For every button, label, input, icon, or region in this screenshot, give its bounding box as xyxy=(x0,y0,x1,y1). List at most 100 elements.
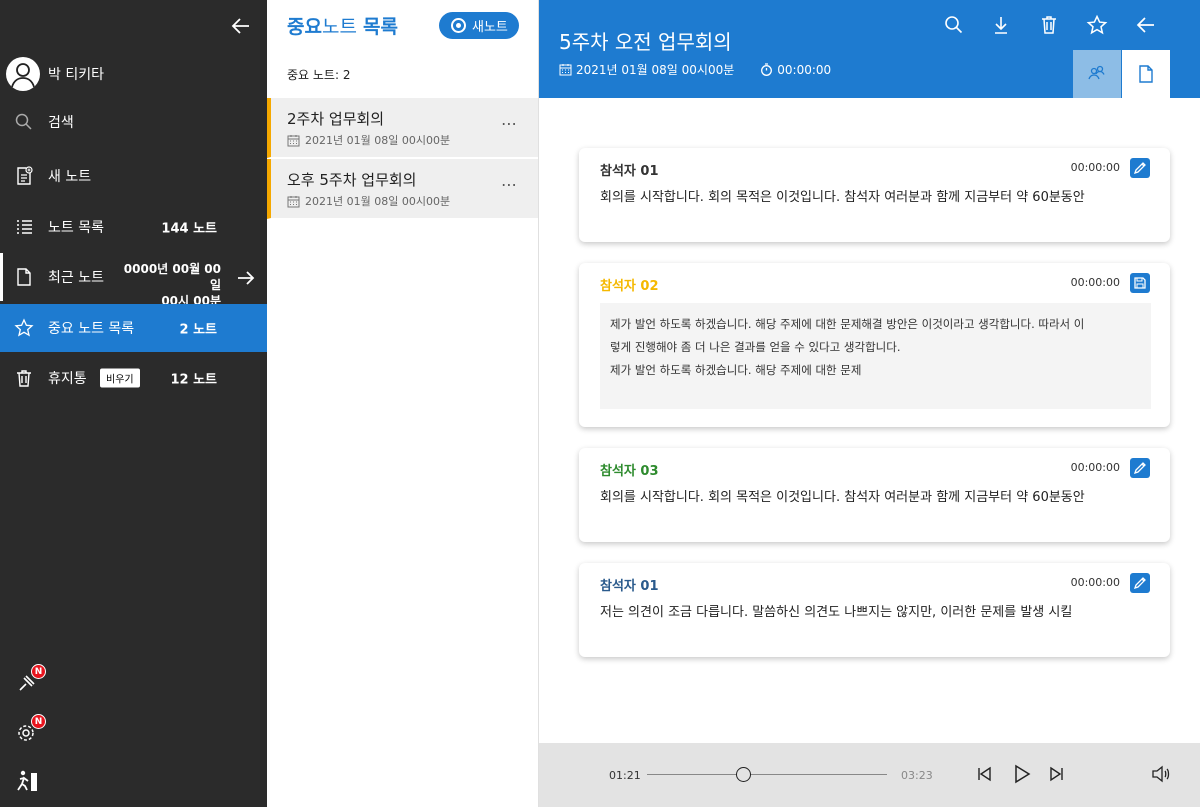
edit-button[interactable] xyxy=(1130,458,1150,478)
more-options-icon[interactable]: ⋯ xyxy=(501,175,518,194)
current-time: 01:21 xyxy=(609,769,641,782)
transcript-content: 참석자 01 00:00:00 회의를 시작합니다. 회의 목적은 이것입니다.… xyxy=(539,98,1200,743)
pencil-icon xyxy=(1133,162,1146,175)
transcript-card: 참석자 01 00:00:00 저는 의견이 조금 다릅니다. 말씀하신 의견도… xyxy=(579,563,1170,657)
transcript-text: 회의를 시작합니다. 회의 목적은 이것입니다. 참석자 여러분과 함께 지금부… xyxy=(600,190,1085,205)
settings-badge: N xyxy=(31,714,46,729)
trash-icon[interactable] xyxy=(1038,14,1060,36)
calendar-icon xyxy=(287,134,300,146)
more-options-icon[interactable]: ⋯ xyxy=(501,114,518,133)
notification-button[interactable]: N xyxy=(14,664,46,696)
speaker-name: 참석자 03 xyxy=(600,464,659,479)
note-date: 2021년 01월 08일 00시00분 xyxy=(287,132,450,148)
sidebar-item-label: 새 노트 xyxy=(48,169,92,185)
note-count: 144 노트 xyxy=(161,221,217,237)
download-icon[interactable] xyxy=(990,14,1012,36)
note-detail: 5주차 오전 업무회의 2021년 01월 08일 00시00분 00:00:0… xyxy=(539,0,1200,807)
save-button[interactable] xyxy=(1130,273,1150,293)
note-meta: 2021년 01월 08일 00시00분 00:00:00 xyxy=(559,61,831,78)
note-title: 5주차 오전 업무회의 xyxy=(559,30,732,54)
note-count: 2 노트 xyxy=(179,322,218,338)
new-note-label: 새노트 xyxy=(472,20,508,35)
empty-trash-button[interactable]: 비우기 xyxy=(100,368,140,388)
total-duration: 03:23 xyxy=(901,769,933,782)
tab-document[interactable] xyxy=(1122,50,1170,98)
seek-handle[interactable] xyxy=(736,767,751,782)
pencil-icon xyxy=(1133,462,1146,475)
transcript-card: 참석자 02 00:00:00 제가 발언 하도록 하겠습니다. 해당 주제에 … xyxy=(579,263,1170,427)
sidebar-item-label: 중요 노트 목록 xyxy=(48,321,135,337)
sidebar-item-label: 최근 노트 xyxy=(48,270,104,286)
new-note-button[interactable]: 새노트 xyxy=(439,12,519,39)
sidebar: 박 티키타 검색 새 노트 노트 목록 144 노트 최근 노트 0000년 0… xyxy=(0,0,267,807)
search-icon xyxy=(15,113,32,130)
star-icon[interactable] xyxy=(1086,14,1108,36)
speaker-name: 참석자 01 xyxy=(600,579,659,594)
username: 박 티키타 xyxy=(48,67,104,83)
list-item[interactable]: 오후 5주차 업무회의 2021년 01월 08일 00시00분 ⋯ xyxy=(267,159,538,219)
note-date: 2021년 01월 08일 00시00분 xyxy=(576,63,735,77)
previous-icon[interactable] xyxy=(973,763,995,785)
arrow-right-icon[interactable] xyxy=(235,267,257,289)
calendar-icon xyxy=(287,195,300,207)
note-header: 5주차 오전 업무회의 2021년 01월 08일 00시00분 00:00:0… xyxy=(539,0,1200,98)
avatar xyxy=(6,57,40,91)
arrow-left-icon xyxy=(231,18,249,34)
people-icon xyxy=(1088,65,1105,80)
list-item[interactable]: 2주차 업무회의 2021년 01월 08일 00시00분 ⋯ xyxy=(267,98,538,158)
transcript-card: 참석자 03 00:00:00 회의를 시작합니다. 회의 목적은 이것입니다.… xyxy=(579,448,1170,542)
user-profile[interactable]: 박 티키타 xyxy=(6,57,104,91)
new-note-icon xyxy=(17,166,33,185)
tab-speakers[interactable] xyxy=(1073,50,1121,98)
sidebar-item-important-notes[interactable]: 중요 노트 목록 2 노트 xyxy=(0,304,267,352)
list-title: 중요노트 목록 xyxy=(287,16,398,38)
note-list-panel: 중요노트 목록 새노트 중요 노트: 2 2주차 업무회의 2021년 01월 … xyxy=(267,0,539,807)
sidebar-item-new-note[interactable]: 새 노트 xyxy=(0,152,267,200)
volume-icon[interactable] xyxy=(1150,763,1172,785)
star-icon xyxy=(14,318,34,337)
note-duration: 00:00:00 xyxy=(777,62,832,77)
edit-button[interactable] xyxy=(1130,158,1150,178)
search-icon[interactable] xyxy=(943,14,965,36)
seek-bar[interactable] xyxy=(647,774,887,775)
next-icon[interactable] xyxy=(1046,763,1068,785)
sidebar-item-recent-note[interactable]: 최근 노트 0000년 00월 00일 00시 00분 xyxy=(0,253,267,308)
audio-player: 01:21 03:23 xyxy=(539,743,1200,807)
record-icon xyxy=(451,18,466,33)
document-icon xyxy=(1139,65,1153,83)
card-time: 00:00:00 xyxy=(1070,576,1120,589)
note-date: 2021년 01월 08일 00시00분 xyxy=(287,193,450,209)
speaker-name: 참석자 02 xyxy=(600,279,659,294)
arrow-left-icon[interactable] xyxy=(1135,14,1157,36)
settings-button[interactable]: N xyxy=(14,714,46,746)
card-time: 00:00:00 xyxy=(1070,461,1120,474)
list-icon xyxy=(17,220,32,234)
document-icon xyxy=(17,268,31,286)
calendar-icon xyxy=(559,64,572,76)
sidebar-item-label: 노트 목록 xyxy=(48,220,104,236)
transcript-card: 참석자 01 00:00:00 회의를 시작합니다. 회의 목적은 이것입니다.… xyxy=(579,148,1170,242)
sidebar-item-search[interactable]: 검색 xyxy=(0,98,267,146)
transcript-edit-field[interactable]: 제가 발언 하도록 하겠습니다. 해당 주제에 대한 문제해결 방안은 이것이라… xyxy=(600,303,1151,409)
recent-note-date: 0000년 00월 00일 00시 00분 xyxy=(123,262,221,308)
card-time: 00:00:00 xyxy=(1070,276,1120,289)
pencil-icon xyxy=(1133,577,1146,590)
sidebar-item-note-list[interactable]: 노트 목록 144 노트 xyxy=(0,203,267,251)
collapse-sidebar-button[interactable] xyxy=(229,14,253,38)
transcript-text: 저는 의견이 조금 다릅니다. 말씀하신 의견도 나쁘지는 않지만, 이러한 문… xyxy=(600,605,1073,620)
edit-button[interactable] xyxy=(1130,573,1150,593)
note-count: 12 노트 xyxy=(170,372,217,388)
speaker-name: 참석자 01 xyxy=(600,164,659,179)
play-icon[interactable] xyxy=(1010,763,1032,785)
note-title: 오후 5주차 업무회의 xyxy=(287,171,417,189)
sidebar-item-label: 휴지통 xyxy=(48,371,87,387)
exit-icon xyxy=(17,770,37,791)
notification-badge: N xyxy=(31,664,46,679)
exit-button[interactable] xyxy=(14,768,40,794)
card-time: 00:00:00 xyxy=(1070,161,1120,174)
save-icon xyxy=(1134,277,1146,289)
timer-icon xyxy=(761,63,773,76)
transcript-text: 회의를 시작합니다. 회의 목적은 이것입니다. 참석자 여러분과 함께 지금부… xyxy=(600,490,1085,505)
sidebar-item-trash[interactable]: 휴지통 비우기 12 노트 xyxy=(0,354,267,402)
note-title: 2주차 업무회의 xyxy=(287,110,385,128)
